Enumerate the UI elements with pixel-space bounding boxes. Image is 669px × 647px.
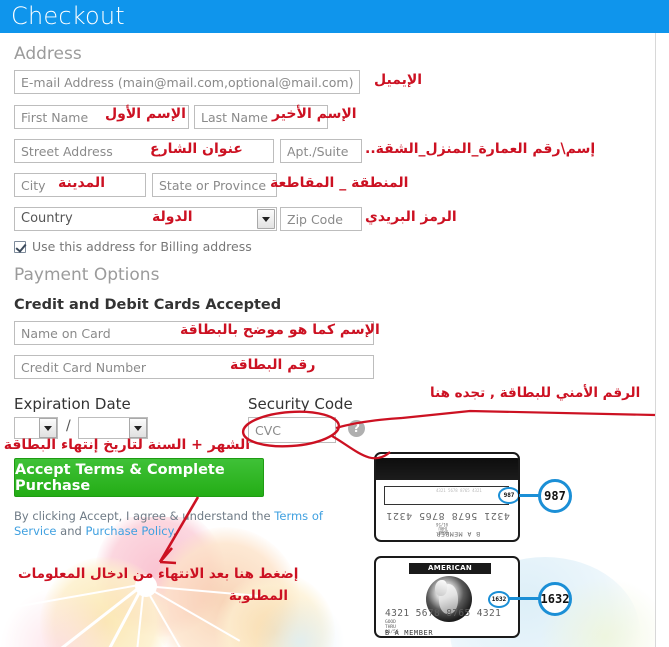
billing-address-checkbox-label: Use this address for Billing address: [32, 239, 252, 254]
chevron-down-icon[interactable]: [39, 418, 57, 438]
help-question-icon[interactable]: ?: [348, 420, 365, 437]
purchase-policy-link[interactable]: Purchase Policy: [85, 524, 172, 538]
cvc-callout-bubble: 987: [538, 479, 572, 513]
annotation-first-name: الإسم الأول: [105, 106, 186, 122]
page-header-bar: Checkout: [0, 0, 669, 33]
annotation-security-code: الرقم الأمني للبطاقة , تجده هنا: [430, 385, 641, 401]
payment-section-heading: Payment Options: [14, 265, 160, 285]
annotation-submit-line2: المطلوبة: [228, 588, 288, 604]
amex-card-number: 4321 5678 8765 4321: [385, 608, 502, 619]
amex-cid-location-highlight: 1632: [488, 591, 510, 608]
annotation-expiration: الشهر + السنة لتاريخ إنتهاء البطاقة: [3, 437, 250, 453]
security-code-arrow-tail-ink: [335, 416, 403, 430]
checkbox-checked-icon[interactable]: [14, 240, 26, 253]
annotation-country: الدولة: [152, 209, 193, 225]
security-code-label: Security Code: [248, 395, 353, 413]
amex-card-front-diagram: AMERICAN EXPRESS 4321 5678 8765 4321 GOO…: [374, 556, 520, 638]
apt-suite-input[interactable]: [280, 139, 362, 163]
terms-prefix: By clicking Accept, I agree & understand…: [14, 509, 275, 523]
credit-card-back-diagram: 4321 5678 8765 4321 987 4321 5678 8765 4…: [374, 452, 520, 542]
annotation-email: الإيميل: [374, 72, 423, 88]
annotation-apt: إسم\رقم العمارة_المنزل_الشقة..: [365, 141, 596, 157]
submit-arrow-head-ink: [159, 547, 177, 565]
email-input[interactable]: [14, 70, 360, 94]
cards-accepted-heading: Credit and Debit Cards Accepted: [14, 297, 282, 313]
amex-cid-callout-line: [508, 597, 540, 600]
expiration-year-select[interactable]: [78, 417, 148, 439]
billing-address-checkbox-row[interactable]: Use this address for Billing address: [14, 239, 252, 254]
terms-suffix: .: [172, 524, 177, 538]
annotation-street: عنوان الشارع: [150, 141, 243, 157]
address-section-heading: Address: [14, 44, 82, 64]
window-right-gutter: [656, 33, 669, 647]
card-back-embossed-number: 4321 5678 8765 4321: [386, 510, 510, 521]
amex-member-name: B A MEMBER: [385, 629, 434, 637]
chevron-down-icon[interactable]: [129, 418, 147, 438]
cvc-location-highlight: 987: [498, 487, 518, 504]
terms-middle: and: [56, 524, 86, 538]
card-back-embossed-member: B A MEMBER: [436, 530, 481, 538]
expiration-separator: /: [66, 418, 71, 434]
annotation-card-number: رقم البطاقة: [230, 357, 316, 373]
country-select-value: Country: [21, 211, 73, 226]
state-province-input[interactable]: [152, 173, 277, 197]
zip-code-input[interactable]: [280, 207, 362, 231]
terms-disclaimer: By clicking Accept, I agree & understand…: [14, 509, 334, 539]
checkout-page: Checkout Address الإيميل الإسم الأول الإ…: [0, 0, 669, 647]
annotation-last-name: الإسم الأخير: [272, 106, 357, 122]
annotation-submit-line1: إضغط هنا بعد الانتهاء من ادخال المعلومات: [18, 566, 299, 582]
cvc-input[interactable]: [248, 417, 336, 443]
card-back-printed-number: 4321 5678 8765 4321: [436, 488, 482, 493]
accept-terms-complete-purchase-button[interactable]: Accept Terms & Complete Purchase: [14, 458, 264, 497]
window-right-border: [655, 33, 656, 647]
expiration-date-label: Expiration Date: [14, 395, 131, 413]
amex-cid-callout-bubble: 1632: [538, 582, 572, 616]
amex-brand-logo: AMERICAN EXPRESS: [409, 563, 491, 583]
card-number-input[interactable]: [14, 355, 374, 379]
country-select[interactable]: Country: [14, 207, 277, 231]
annotation-name-on-card: الإسم كما هو موضح بالبطاقة: [180, 322, 380, 338]
annotation-state: المنطقة _ المقاطعة: [270, 175, 409, 191]
chevron-down-icon[interactable]: [257, 209, 275, 229]
annotation-zip: الرمز البريدي: [365, 209, 457, 225]
expiration-month-select[interactable]: [14, 417, 58, 439]
page-title: Checkout: [11, 2, 125, 30]
magnetic-stripe: [376, 458, 518, 480]
annotation-city: المدينة: [58, 175, 105, 191]
security-code-arrow-ink: [401, 409, 656, 420]
